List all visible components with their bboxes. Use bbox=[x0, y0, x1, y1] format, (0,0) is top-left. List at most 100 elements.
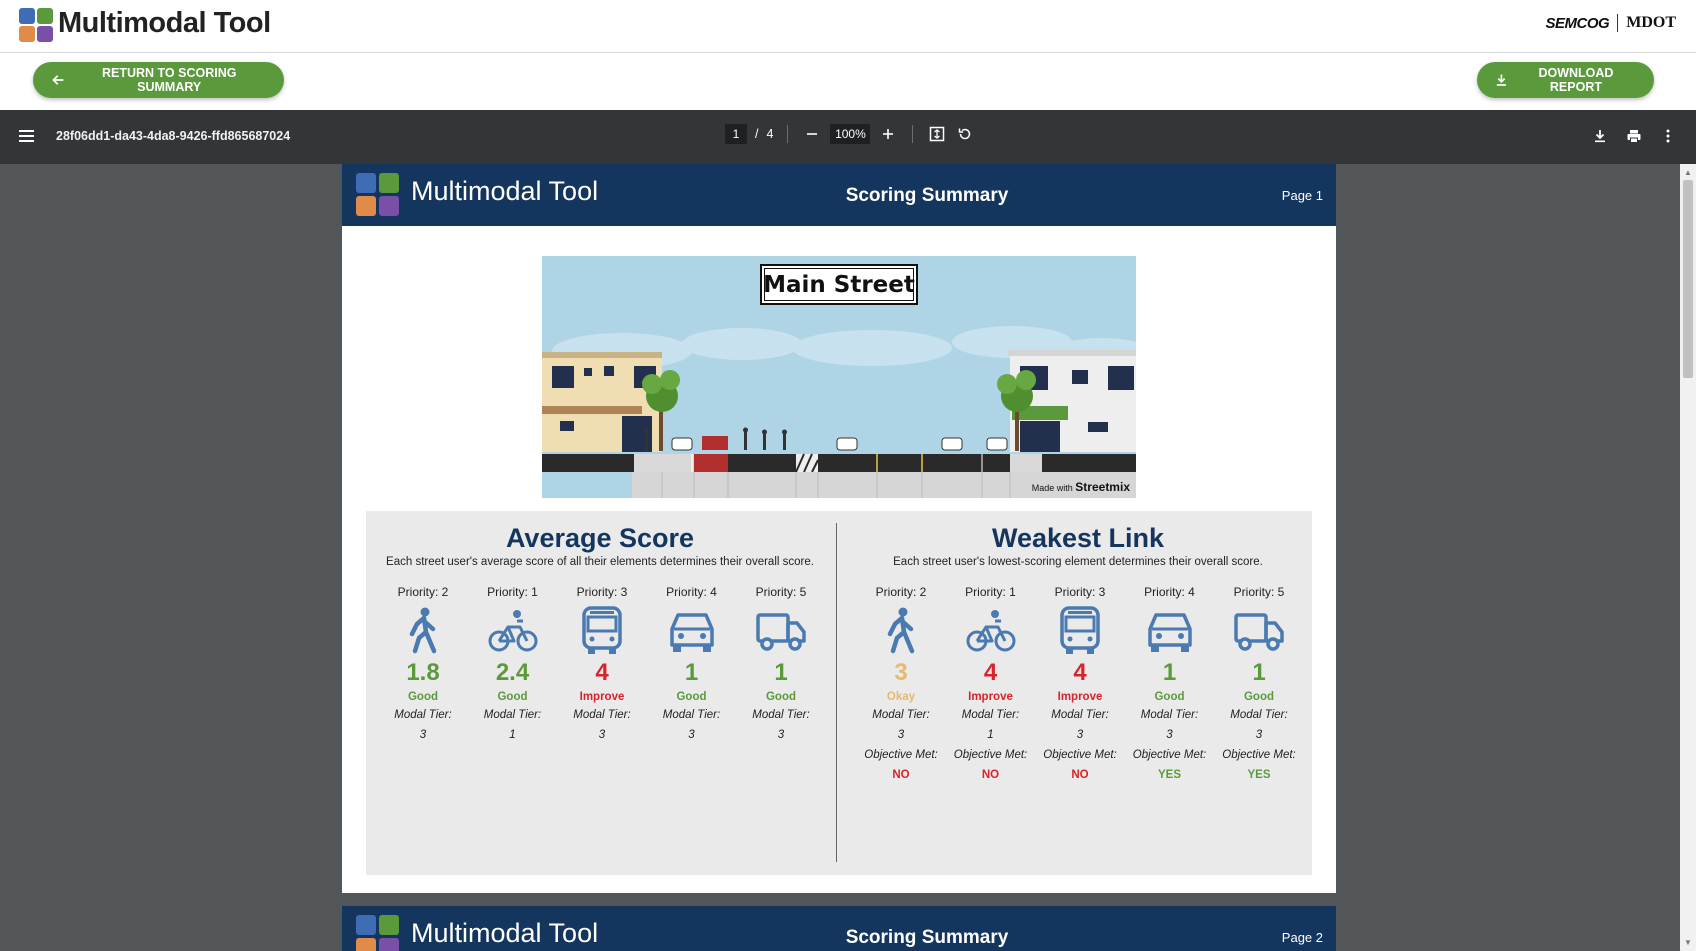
zoom-in-icon[interactable] bbox=[878, 124, 898, 144]
menu-icon[interactable] bbox=[16, 125, 38, 147]
page-separator: / bbox=[755, 127, 759, 141]
scrollbar-thumb[interactable] bbox=[1683, 180, 1693, 378]
average-score-description: Each street user's average score of all … bbox=[386, 556, 814, 568]
download-button-label: DOWNLOAD REPORT bbox=[1538, 66, 1614, 94]
objective-met-value: NO bbox=[892, 769, 910, 781]
pdf-viewer-canvas: Multimodal Tool Scoring Summary Page 1 M… bbox=[0, 164, 1696, 951]
total-pages: 4 bbox=[766, 127, 774, 141]
rating-label: Good bbox=[676, 691, 707, 703]
modal-tier-value: 1 bbox=[509, 729, 516, 741]
logo-divider bbox=[1617, 14, 1619, 32]
score-value: 1 bbox=[774, 659, 788, 686]
priority-label: Priority: 2 bbox=[397, 585, 449, 599]
action-bar: RETURN TO SCORING SUMMARY DOWNLOAD REPOR… bbox=[0, 53, 1696, 110]
bicycle-icon bbox=[966, 610, 1015, 652]
modal-tier-value: 3 bbox=[897, 729, 905, 741]
app-logo bbox=[19, 8, 53, 42]
toolbar-divider bbox=[787, 125, 789, 143]
objective-met-value: NO bbox=[981, 769, 1000, 781]
score-value: 3 bbox=[894, 659, 908, 686]
bus-icon bbox=[582, 606, 622, 654]
mode-column-bus: Priority: 3 4 Improve Modal Tier: 3 Obje… bbox=[1037, 585, 1123, 787]
score-value: 4 bbox=[983, 659, 998, 686]
rotate-icon[interactable] bbox=[955, 124, 975, 144]
modal-tier-label: Modal Tier: bbox=[1230, 709, 1288, 721]
bus-icon bbox=[1060, 606, 1100, 654]
modal-tier-label: Modal Tier: bbox=[1140, 709, 1199, 721]
download-icon bbox=[1496, 74, 1507, 86]
report-page-header: Multimodal Tool Scoring Summary Page 1 bbox=[342, 164, 1336, 226]
vertical-scrollbar[interactable]: ▲ ▼ bbox=[1680, 164, 1696, 951]
score-value: 1 bbox=[684, 659, 699, 686]
scroll-up-icon[interactable]: ▲ bbox=[1684, 168, 1692, 177]
objective-met-value: NO bbox=[1071, 769, 1089, 781]
zoom-level-input[interactable] bbox=[830, 124, 871, 144]
priority-label: Priority: 2 bbox=[875, 585, 927, 599]
download-report-button[interactable]: DOWNLOAD REPORT bbox=[1477, 62, 1654, 98]
zoom-out-icon[interactable] bbox=[802, 124, 822, 144]
rating-label: Good bbox=[407, 691, 439, 703]
weakest-link-description: Each street user's lowest-scoring elemen… bbox=[893, 556, 1263, 568]
pdf-page-2: Multimodal Tool Scoring Summary Page 2 bbox=[342, 906, 1336, 951]
mdot-logo: MDOT bbox=[1626, 14, 1676, 31]
report-section-title: Scoring Summary bbox=[845, 185, 1009, 206]
mode-column-bicycle: Priority: 1 2.4 Good Modal Tier: 1 bbox=[470, 585, 556, 749]
scroll-down-icon[interactable]: ▼ bbox=[1684, 938, 1692, 947]
bicycle-icon bbox=[488, 610, 537, 652]
priority-label: Priority: 5 bbox=[1233, 585, 1285, 599]
mode-column-pedestrian: Priority: 2 1.8 Good Modal Tier: 3 bbox=[380, 585, 466, 749]
score-value: 1.8 bbox=[406, 659, 440, 686]
return-button-label: RETURN TO SCORING SUMMARY bbox=[101, 66, 237, 94]
weakest-link-modes: Priority: 2 3 Okay Modal Tier: 3 Objecti… bbox=[858, 585, 1302, 787]
page-number-input[interactable] bbox=[725, 124, 747, 144]
app-title: Multimodal Tool bbox=[58, 7, 271, 39]
score-value: 2.4 bbox=[495, 659, 530, 686]
priority-label: Priority: 4 bbox=[666, 585, 717, 599]
rating-label: Good bbox=[1154, 691, 1185, 703]
priority-label: Priority: 3 bbox=[576, 585, 628, 599]
priority-label: Priority: 3 bbox=[1054, 585, 1106, 599]
more-options-icon[interactable] bbox=[1658, 126, 1678, 146]
score-value: 4 bbox=[1073, 659, 1087, 686]
rating-label: Improve bbox=[579, 691, 625, 703]
objective-met-label: Objective Met: bbox=[953, 749, 1028, 761]
viewer-controls: / 4 bbox=[725, 124, 975, 144]
modal-tier-label: Modal Tier: bbox=[1051, 709, 1109, 721]
modal-tier-value: 3 bbox=[1076, 729, 1084, 741]
car-icon bbox=[1147, 613, 1192, 652]
modal-tier-label: Modal Tier: bbox=[573, 709, 631, 721]
fit-to-page-icon[interactable] bbox=[927, 124, 947, 144]
modal-tier-label: Modal Tier: bbox=[872, 709, 930, 721]
pdf-page-1: Multimodal Tool Scoring Summary Page 1 M… bbox=[342, 164, 1336, 893]
mode-column-bicycle: Priority: 1 4 Improve Modal Tier: 1 Obje… bbox=[948, 585, 1034, 787]
rating-label: Improve bbox=[1057, 691, 1103, 703]
report-page-number: Page 2 bbox=[1281, 930, 1323, 945]
rating-label: Okay bbox=[886, 691, 916, 703]
return-to-scoring-summary-button[interactable]: RETURN TO SCORING SUMMARY bbox=[33, 62, 284, 98]
modal-tier-value: 3 bbox=[777, 729, 785, 741]
priority-label: Priority: 1 bbox=[965, 585, 1016, 599]
score-value: 1 bbox=[1162, 659, 1177, 686]
score-value: 1 bbox=[1252, 659, 1266, 686]
app-header: Multimodal Tool SEMCOG MDOT bbox=[0, 0, 1696, 53]
streetmix-credit: Made with Streetmix bbox=[1032, 480, 1130, 494]
weakest-link-panel: Weakest Link Each street user's lowest-s… bbox=[844, 511, 1312, 875]
car-icon bbox=[669, 613, 714, 652]
mode-column-bus: Priority: 3 4 Improve Modal Tier: 3 bbox=[559, 585, 645, 749]
semcog-logo: SEMCOG bbox=[1545, 14, 1610, 32]
rating-label: Good bbox=[765, 691, 797, 703]
modal-tier-value: 1 bbox=[987, 729, 994, 741]
modal-tier-value: 3 bbox=[1255, 729, 1263, 741]
priority-label: Priority: 5 bbox=[755, 585, 807, 599]
street-cross-section-image: Main Street Made with Streetmix bbox=[542, 256, 1136, 498]
panel-divider bbox=[836, 523, 837, 862]
download-icon[interactable] bbox=[1590, 126, 1610, 146]
report-page-number: Page 1 bbox=[1281, 188, 1323, 203]
print-icon[interactable] bbox=[1624, 126, 1644, 146]
modal-tier-label: Modal Tier: bbox=[662, 709, 721, 721]
average-score-modes: Priority: 2 1.8 Good Modal Tier: 3 Prior… bbox=[380, 585, 824, 749]
truck-icon bbox=[1234, 613, 1284, 651]
rating-label: Good bbox=[1243, 691, 1275, 703]
average-score-title: Average Score bbox=[505, 523, 695, 553]
priority-label: Priority: 4 bbox=[1144, 585, 1195, 599]
